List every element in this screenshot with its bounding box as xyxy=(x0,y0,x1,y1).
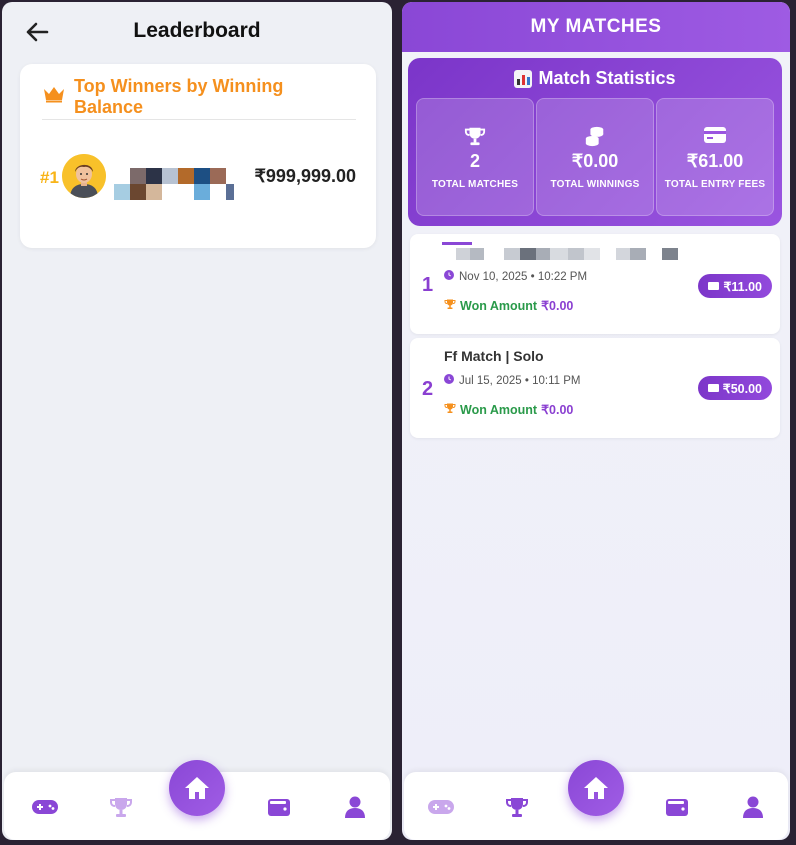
match-date-text: Nov 10, 2025 • 10:22 PM xyxy=(459,270,588,283)
stat-label: TOTAL WINNINGS xyxy=(550,179,640,190)
home-button[interactable] xyxy=(568,760,624,816)
clock-icon xyxy=(444,374,454,387)
match-index: 2 xyxy=(422,378,434,400)
won-label: Won Amount xyxy=(460,298,538,313)
bottom-nav xyxy=(404,760,788,840)
stat-value: ₹0.00 xyxy=(571,151,619,171)
my-matches-screen: MY MATCHES Match Statistics 2 TOTAL MATC… xyxy=(402,2,790,840)
match-date: Jul 15, 2025 • 10:11 PM xyxy=(444,374,580,387)
leaderboard-header: Leaderboard xyxy=(2,2,392,60)
trophy-icon xyxy=(444,402,456,417)
redacted-username xyxy=(114,168,260,204)
page-title: Leaderboard xyxy=(133,19,261,42)
stat-total-entry-fees: ₹61.00 TOTAL ENTRY FEES xyxy=(656,98,774,216)
stat-total-matches: 2 TOTAL MATCHES xyxy=(416,98,534,216)
crown-icon xyxy=(42,85,66,108)
card-title: Top Winners by Winning Balance xyxy=(74,75,284,117)
match-date-text: Jul 15, 2025 • 10:11 PM xyxy=(459,374,581,387)
redacted-match-name xyxy=(442,242,690,262)
gamepad-icon[interactable] xyxy=(30,792,60,822)
match-name: Ff Match | Solo xyxy=(444,348,544,364)
match-index: 1 xyxy=(422,274,434,296)
card-icon xyxy=(657,125,773,147)
bottom-nav xyxy=(4,760,390,840)
won-value: ₹0.00 xyxy=(541,299,574,313)
page-title: MY MATCHES xyxy=(530,16,662,37)
stat-value: 2 xyxy=(469,151,480,171)
trophy-icon[interactable] xyxy=(502,792,532,822)
top-winners-card: Top Winners by Winning Balance #1 ₹999,9… xyxy=(20,64,376,248)
coins-icon xyxy=(537,125,653,147)
wallet-icon[interactable] xyxy=(264,792,294,822)
back-arrow-icon[interactable] xyxy=(24,20,50,44)
avatar xyxy=(62,154,106,198)
won-value: ₹0.00 xyxy=(541,403,574,417)
home-icon xyxy=(584,777,608,799)
card-header: Top Winners by Winning Balance xyxy=(42,76,356,120)
won-amount: Won Amount ₹0.00 xyxy=(444,298,573,313)
winning-amount: ₹999,999.00 xyxy=(254,166,356,186)
entry-fee-value: ₹11.00 xyxy=(723,279,762,294)
clock-icon xyxy=(444,270,454,283)
entry-fee-badge: ₹50.00 xyxy=(697,376,772,400)
won-label: Won Amount xyxy=(460,402,538,417)
stat-value: ₹61.00 xyxy=(686,151,744,171)
trophy-icon[interactable] xyxy=(106,792,136,822)
user-icon[interactable] xyxy=(738,792,768,822)
match-card[interactable]: 1 Nov 10, 2025 • 10:22 PM Won Amount ₹0.… xyxy=(410,234,780,334)
leaderboard-row[interactable]: #1 ₹999,999.00 xyxy=(38,152,358,212)
user-icon[interactable] xyxy=(340,792,370,822)
home-button[interactable] xyxy=(169,760,225,816)
stat-label: TOTAL ENTRY FEES xyxy=(664,179,766,190)
bar-chart-icon xyxy=(514,69,533,88)
home-icon xyxy=(185,777,209,799)
stats-header: Match Statistics xyxy=(408,68,782,89)
matches-header: MY MATCHES xyxy=(402,2,790,52)
entry-fee-badge: ₹11.00 xyxy=(698,274,772,298)
wallet-icon[interactable] xyxy=(662,792,692,822)
stats-title: Match Statistics xyxy=(538,68,676,88)
match-card[interactable]: 2 Ff Match | Solo Jul 15, 2025 • 10:11 P… xyxy=(410,338,780,438)
entry-fee-value: ₹50.00 xyxy=(722,381,762,396)
match-statistics-card: Match Statistics 2 TOTAL MATCHES ₹0.00 T… xyxy=(408,58,782,226)
match-date: Nov 10, 2025 • 10:22 PM xyxy=(444,270,587,283)
trophy-icon xyxy=(417,125,533,147)
won-amount: Won Amount ₹0.00 xyxy=(444,402,573,417)
gamepad-icon[interactable] xyxy=(426,792,456,822)
stat-total-winnings: ₹0.00 TOTAL WINNINGS xyxy=(536,98,654,216)
trophy-icon xyxy=(444,298,456,313)
leaderboard-screen: Leaderboard Top Winners by Winning Balan… xyxy=(2,2,392,840)
stat-label: TOTAL MATCHES xyxy=(431,179,519,190)
ticket-icon xyxy=(708,282,720,290)
rank-label: #1 xyxy=(40,168,59,187)
ticket-icon xyxy=(707,384,719,392)
